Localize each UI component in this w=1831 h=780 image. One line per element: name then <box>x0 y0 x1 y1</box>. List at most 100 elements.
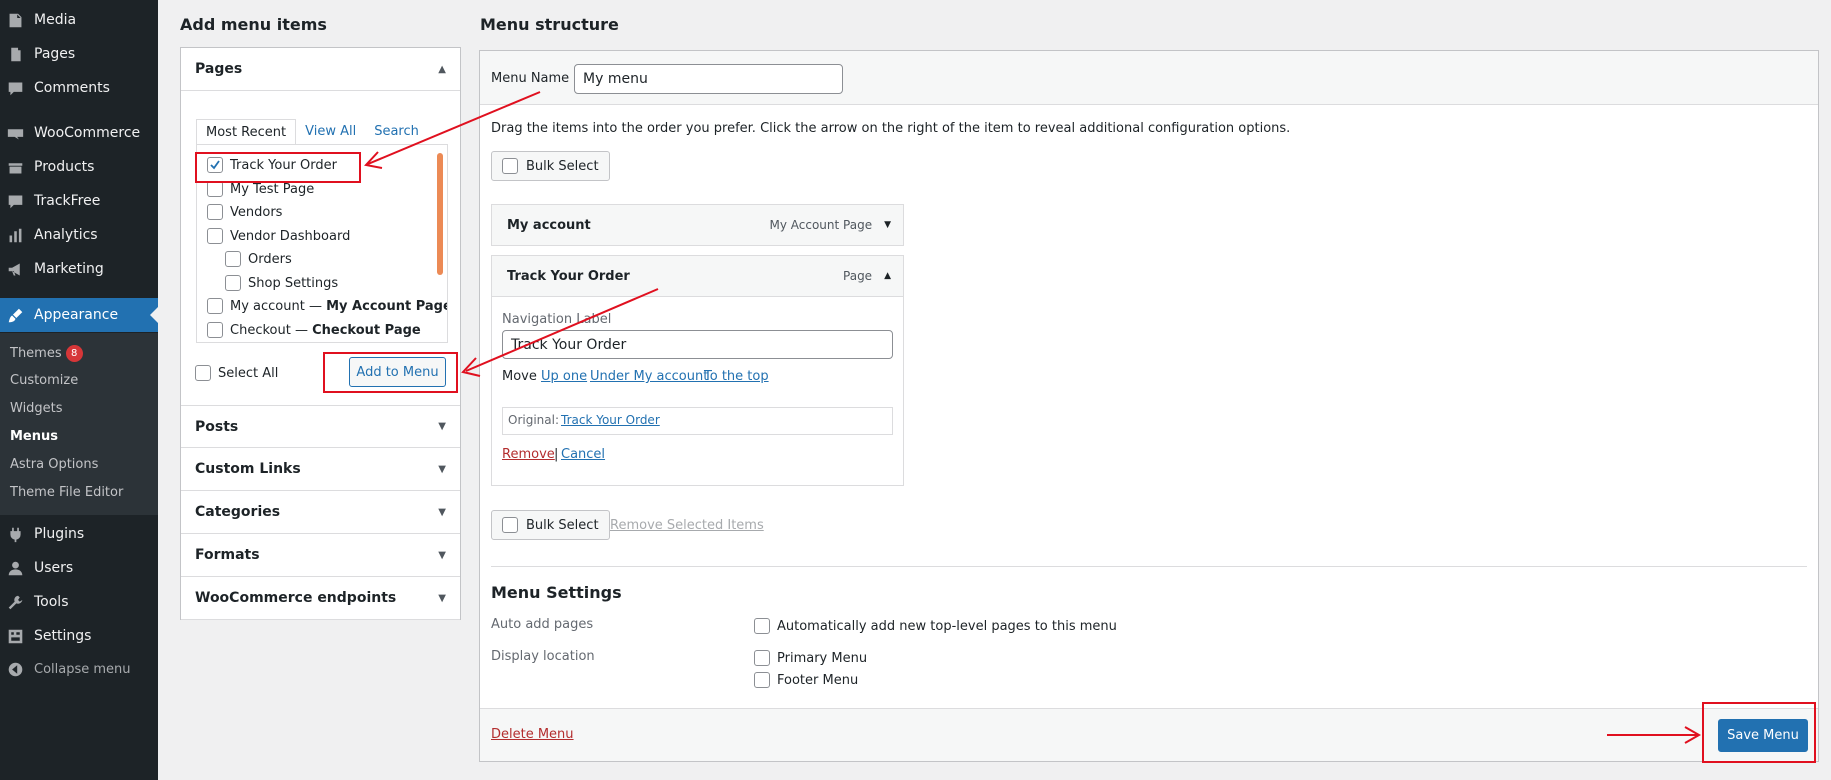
drag-instructions: Drag the items into the order you prefer… <box>491 121 1291 136</box>
menu-item-my-account[interactable]: My account My Account Page ▼ <box>491 204 904 246</box>
primary-menu-checkbox[interactable] <box>754 650 770 666</box>
page-option-track-your-order: Track Your Order <box>207 157 337 173</box>
pages-section-header[interactable]: Pages ▲ <box>181 48 460 91</box>
appearance-submenu: Themes 8 Customize Widgets Menus Astra Op… <box>0 333 158 515</box>
save-menu-button[interactable]: Save Menu <box>1718 719 1808 752</box>
location-primary-menu: Primary Menu <box>754 650 867 666</box>
footer-menu-checkbox[interactable] <box>754 672 770 688</box>
woocommerce-icon <box>6 124 24 142</box>
woocommerce-endpoints-section-header[interactable]: WooCommerce endpoints ▼ <box>181 577 460 620</box>
sidebar-item-woocommerce[interactable]: WooCommerce <box>0 116 158 150</box>
sidebar-item-label: Comments <box>34 80 110 96</box>
submenu-customize[interactable]: Customize <box>10 373 78 388</box>
auto-add-pages-checkbox[interactable] <box>754 618 770 634</box>
tab-most-recent[interactable]: Most Recent <box>196 119 297 145</box>
page-label: Track Your Order <box>230 157 337 173</box>
submenu-widgets[interactable]: Widgets <box>10 401 63 416</box>
location-label: Primary Menu <box>777 650 868 666</box>
sidebar-item-label: Marketing <box>34 261 104 277</box>
original-page-link[interactable]: Track Your Order <box>561 413 660 427</box>
tab-view-all[interactable]: View All <box>296 119 365 145</box>
remove-link[interactable]: Remove <box>502 447 555 462</box>
bulk-select-top[interactable]: Bulk Select <box>491 151 610 181</box>
submenu-theme-file-editor[interactable]: Theme File Editor <box>10 485 123 500</box>
page-checkbox[interactable] <box>207 322 223 338</box>
bulk-select-checkbox[interactable] <box>502 517 518 533</box>
sidebar-item-settings[interactable]: Settings <box>0 619 158 653</box>
custom-links-section-header[interactable]: Custom Links ▼ <box>181 448 460 491</box>
page-checkbox[interactable] <box>207 157 223 173</box>
navigation-label-input[interactable]: Track Your Order <box>502 330 893 359</box>
move-under-my-account-link[interactable]: Under My account <box>590 369 708 384</box>
section-title: Categories <box>195 504 281 520</box>
collapse-menu-button[interactable]: Collapse menu <box>0 652 158 686</box>
sidebar-item-analytics[interactable]: Analytics <box>0 218 158 252</box>
page-checkbox[interactable] <box>207 204 223 220</box>
page-checkbox[interactable] <box>207 228 223 244</box>
sidebar-item-plugins[interactable]: Plugins <box>0 517 158 551</box>
menu-name-input[interactable]: My menu <box>574 64 843 94</box>
tab-search[interactable]: Search <box>365 119 428 145</box>
page-option-vendors: Vendors <box>207 204 282 220</box>
page-state-label: Checkout Page <box>312 322 421 338</box>
auto-add-pages-text: Automatically add new top-level pages to… <box>777 618 1117 634</box>
add-to-menu-button[interactable]: Add to Menu <box>349 357 446 387</box>
sidebar-item-label: Products <box>34 159 95 175</box>
sidebar-item-pages[interactable]: Pages <box>0 37 158 71</box>
bulk-select-bottom[interactable]: Bulk Select <box>491 510 610 540</box>
page-checkbox[interactable] <box>225 275 241 291</box>
sidebar-item-trackfree[interactable]: TrackFree <box>0 184 158 218</box>
menu-item-title: My account <box>507 217 591 233</box>
page-checkbox[interactable] <box>225 251 241 267</box>
chevron-down-icon[interactable]: ▼ <box>884 220 891 230</box>
menu-name-bar: Menu Name My menu <box>480 51 1818 105</box>
sidebar-item-comments[interactable]: Comments <box>0 71 158 105</box>
submenu-menus[interactable]: Menus <box>10 429 58 444</box>
delete-menu-link[interactable]: Delete Menu <box>491 727 574 742</box>
menu-item-type: Page <box>843 269 873 283</box>
navigation-label-caption: Navigation Label <box>502 312 612 327</box>
posts-section-header[interactable]: Posts ▼ <box>181 405 460 448</box>
sidebar-item-marketing[interactable]: Marketing <box>0 252 158 286</box>
menu-item-title: Track Your Order <box>507 268 630 284</box>
chevron-down-icon: ▼ <box>438 421 446 432</box>
themes-update-badge: 8 <box>65 345 83 362</box>
page-option-my-test-page: My Test Page <box>207 181 314 197</box>
select-all-label: Select All <box>218 365 279 381</box>
categories-section-header[interactable]: Categories ▼ <box>181 491 460 534</box>
select-all-checkbox[interactable] <box>195 365 211 381</box>
move-up-one-link[interactable]: Up one <box>541 369 587 384</box>
pages-tabs: Most Recent View All Search <box>196 119 428 145</box>
page-checkbox[interactable] <box>207 181 223 197</box>
chevron-down-icon: ▼ <box>438 463 446 475</box>
add-items-accordion: Pages ▲ Most Recent View All Search Trac… <box>180 47 461 620</box>
sidebar-item-label: Media <box>34 12 77 28</box>
sidebar-item-appearance[interactable]: Appearance <box>0 298 158 332</box>
analytics-icon <box>6 226 24 244</box>
submenu-astra-options[interactable]: Astra Options <box>10 457 98 472</box>
page-label: My account — <box>230 298 322 314</box>
pages-scrollbar[interactable] <box>437 153 443 275</box>
megaphone-icon <box>6 260 24 278</box>
products-icon <box>6 158 24 176</box>
remove-selected-items-link[interactable]: Remove Selected Items <box>610 518 764 533</box>
sidebar-item-products[interactable]: Products <box>0 150 158 184</box>
sidebar-item-tools[interactable]: Tools <box>0 585 158 619</box>
sidebar-item-media[interactable]: Media <box>0 3 158 37</box>
move-to-top-link[interactable]: To the top <box>704 369 769 384</box>
navigation-label-value: Track Your Order <box>511 336 627 353</box>
sidebar-item-label: Appearance <box>34 307 119 323</box>
paintbrush-icon <box>6 306 24 324</box>
formats-section-header[interactable]: Formats ▼ <box>181 534 460 577</box>
cancel-link[interactable]: Cancel <box>561 447 605 462</box>
menu-item-track-your-order[interactable]: Track Your Order Page ▲ <box>491 255 904 297</box>
chevron-down-icon: ▼ <box>438 592 446 604</box>
settings-divider <box>491 566 1807 567</box>
submenu-themes[interactable]: Themes 8 <box>10 345 83 362</box>
menu-footer-bar: Delete Menu Save Menu <box>480 708 1818 761</box>
chevron-up-icon[interactable]: ▲ <box>884 271 891 281</box>
sidebar-item-users[interactable]: Users <box>0 551 158 585</box>
page-label: Vendor Dashboard <box>230 228 351 244</box>
page-checkbox[interactable] <box>207 298 223 314</box>
bulk-select-checkbox[interactable] <box>502 158 518 174</box>
